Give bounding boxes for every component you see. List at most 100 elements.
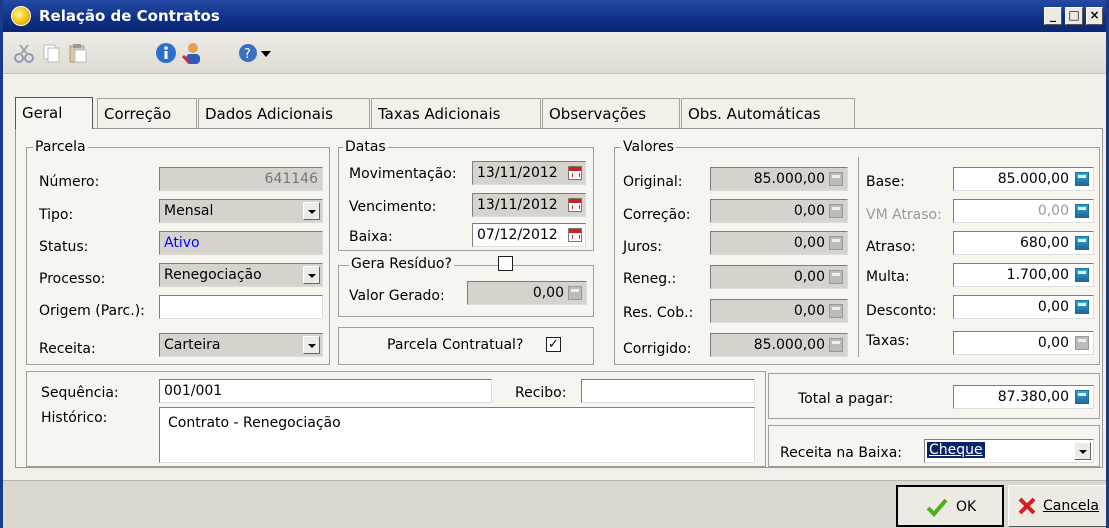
close-button[interactable]: ×: [1086, 7, 1103, 25]
taxas-value: 0,00: [1037, 335, 1069, 351]
sequencia-label: Sequência:: [41, 385, 119, 401]
parcela-contratual-label: Parcela Contratual?: [387, 337, 524, 353]
movimentacao-label: Movimentação:: [349, 166, 457, 182]
copy-icon[interactable]: [41, 42, 63, 64]
chevron-down-icon[interactable]: [1074, 442, 1091, 460]
calculator-icon[interactable]: [1075, 268, 1089, 282]
bottom-bar: OK Cancela: [3, 480, 1106, 528]
tab-dados-adicionais[interactable]: Dados Adicionais: [198, 98, 370, 128]
recibo-input[interactable]: [581, 379, 755, 403]
base-field[interactable]: 85.000,00: [953, 167, 1094, 191]
cancel-button[interactable]: Cancela: [1008, 485, 1106, 527]
ok-label: OK: [956, 499, 977, 515]
calculator-icon: [568, 286, 582, 300]
calculator-icon: [829, 236, 843, 250]
juros-label: Juros:: [623, 239, 663, 255]
juros-field: 0,00: [710, 231, 848, 255]
historico-label: Histórico:: [41, 410, 108, 426]
tab-observacoes[interactable]: Observações: [542, 98, 680, 128]
origem-input[interactable]: [159, 295, 323, 319]
calculator-icon[interactable]: [1075, 390, 1089, 404]
ok-button[interactable]: OK: [896, 485, 1004, 527]
tab-obs-automaticas[interactable]: Obs. Automáticas: [681, 98, 855, 128]
receita-select[interactable]: Carteira: [159, 333, 323, 357]
chevron-down-icon[interactable]: [303, 336, 320, 354]
parcela-contratual-checkbox[interactable]: ✓: [546, 337, 561, 352]
calculator-icon: [829, 204, 843, 218]
window-title: Relação de Contratos: [39, 7, 220, 25]
cut-icon[interactable]: [13, 42, 35, 64]
taxas-field: 0,00: [953, 331, 1094, 355]
corrigido-field: 85.000,00: [710, 333, 848, 357]
valor-gerado-field: 0,00: [467, 281, 587, 305]
atraso-value: 680,00: [1020, 235, 1069, 251]
desconto-field[interactable]: 0,00: [953, 295, 1094, 319]
original-label: Original:: [623, 174, 683, 190]
calculator-icon[interactable]: [1075, 204, 1089, 218]
parcela-legend: Parcela: [33, 139, 88, 155]
maximize-button[interactable]: □: [1065, 7, 1083, 25]
sequencia-input[interactable]: 001/001: [159, 379, 492, 403]
calculator-icon[interactable]: [1075, 172, 1089, 186]
baixa-value: 07/12/2012: [477, 227, 558, 243]
tab-geral[interactable]: Geral: [15, 97, 93, 129]
atraso-label: Atraso:: [866, 239, 916, 255]
vmatraso-label: VM Atraso:: [866, 207, 942, 223]
status-field: Ativo: [159, 231, 323, 255]
tab-correcao[interactable]: Correção: [97, 98, 197, 128]
svg-text:?: ?: [244, 47, 251, 62]
title-bar: Relação de Contratos _ □ ×: [3, 0, 1106, 32]
total-field: 87.380,00: [953, 385, 1094, 409]
desconto-label: Desconto:: [866, 303, 937, 319]
vencimento-value: 13/11/2012: [477, 197, 558, 213]
rescob-value: 0,00: [793, 303, 825, 319]
user-icon[interactable]: [181, 42, 203, 64]
atraso-field[interactable]: 680,00: [953, 231, 1094, 255]
total-value: 87.380,00: [997, 389, 1069, 405]
calculator-icon: [1075, 336, 1089, 350]
juros-value: 0,00: [793, 235, 825, 251]
baixa-label: Baixa:: [349, 229, 393, 245]
calendar-icon[interactable]: [568, 228, 582, 242]
app-icon: [11, 6, 31, 26]
base-value: 85.000,00: [997, 171, 1069, 187]
vencimento-field[interactable]: 13/11/2012: [472, 193, 586, 217]
calculator-icon[interactable]: [1075, 300, 1089, 314]
multa-field[interactable]: 1.700,00: [953, 263, 1094, 287]
minimize-button[interactable]: _: [1044, 7, 1062, 25]
tab-taxas-adicionais[interactable]: Taxas Adicionais: [371, 98, 541, 128]
multa-label: Multa:: [866, 269, 910, 285]
baixa-field[interactable]: 07/12/2012: [472, 223, 586, 247]
chevron-down-icon[interactable]: [303, 202, 320, 220]
receita-baixa-select[interactable]: Cheque: [924, 439, 1094, 463]
chevron-down-icon[interactable]: [303, 266, 320, 284]
paste-icon[interactable]: [67, 42, 89, 64]
calculator-icon: [829, 304, 843, 318]
original-field: 85.000,00: [710, 167, 848, 191]
status-label: Status:: [39, 239, 89, 255]
chevron-down-icon[interactable]: [261, 51, 271, 57]
receita-value: Carteira: [164, 337, 221, 353]
multa-value: 1.700,00: [1006, 267, 1069, 283]
calendar-icon[interactable]: [568, 166, 582, 180]
close-icon: [1018, 497, 1036, 515]
gera-residuo-checkbox[interactable]: [498, 256, 513, 271]
correcao-label: Correção:: [623, 207, 691, 223]
numero-label: Número:: [39, 174, 100, 190]
processo-select[interactable]: Renegociação: [159, 263, 323, 287]
processo-value: Renegociação: [164, 267, 262, 283]
help-icon[interactable]: ?: [237, 42, 259, 64]
movimentacao-field[interactable]: 13/11/2012: [472, 161, 586, 185]
valor-gerado-value: 0,00: [532, 285, 564, 301]
movimentacao-value: 13/11/2012: [477, 165, 558, 181]
total-label: Total a pagar:: [798, 391, 894, 407]
calculator-icon[interactable]: [1075, 236, 1089, 250]
calendar-icon[interactable]: [568, 198, 582, 212]
base-label: Base:: [866, 174, 905, 190]
taxas-label: Taxas:: [866, 333, 910, 349]
tipo-label: Tipo:: [39, 207, 74, 223]
info-icon[interactable]: [155, 42, 177, 64]
historico-textarea[interactable]: Contrato - Renegociação: [159, 407, 755, 463]
app-window: Relação de Contratos _ □ × ? Geral Corre…: [0, 0, 1109, 528]
tipo-select[interactable]: Mensal: [159, 199, 323, 223]
